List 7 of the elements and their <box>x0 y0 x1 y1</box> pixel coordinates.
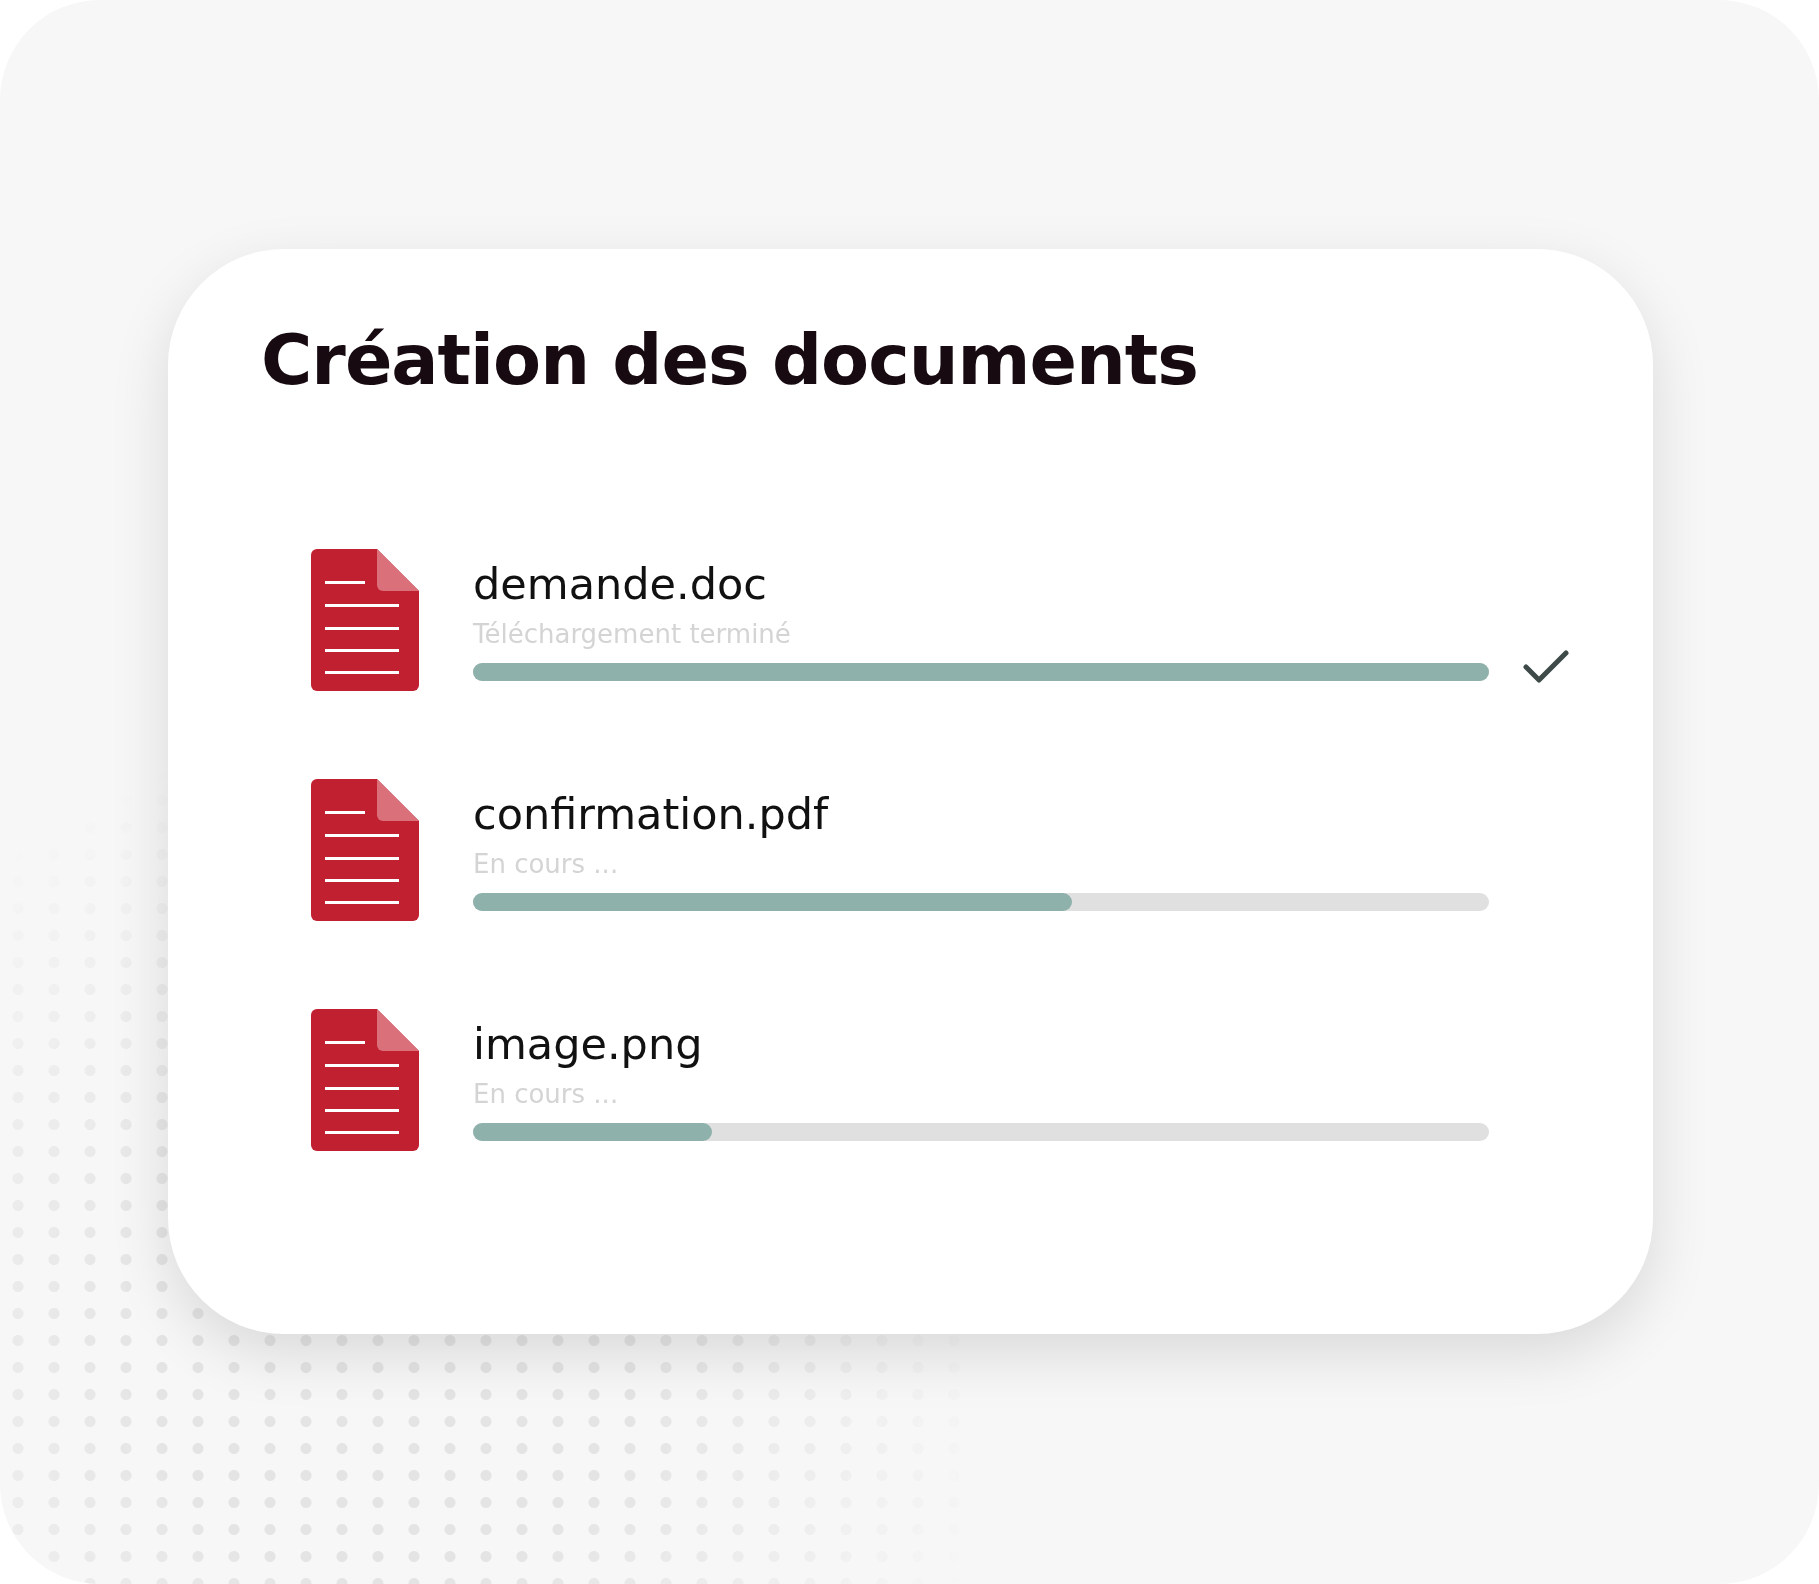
file-name: image.png <box>473 1019 704 1071</box>
document-icon <box>311 549 419 691</box>
document-icon <box>311 779 419 921</box>
file-name: demande.doc <box>473 559 768 611</box>
document-icon <box>311 1009 419 1151</box>
card-title: Création des documents <box>261 319 1199 401</box>
file-name: confirmation.pdf <box>473 789 830 841</box>
